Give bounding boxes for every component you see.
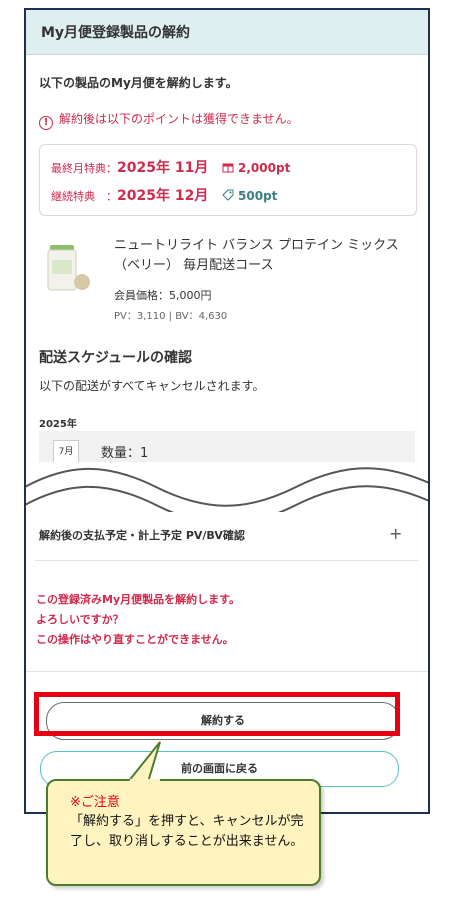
product-pv-bv: PV：3,110 | BV：4,630 — [114, 311, 228, 322]
highlight-box — [34, 692, 400, 736]
product-name[interactable]: ニュートリライト バランス プロテイン ミックス（ベリー） 毎月配送コース — [114, 236, 414, 276]
continuing-bonus-points: 500pt — [238, 189, 278, 203]
accordion-payment-pvbv-label[interactable]: 解約後の支払予定・計上予定 PV/BV確認 — [39, 527, 245, 543]
final-bonus-amount: 2,000pt — [216, 161, 290, 175]
product-image — [47, 245, 90, 291]
final-bonus-row: 最終月特典：2025年 11月 2,000pt — [51, 157, 290, 177]
schedule-text: 以下の配送がすべてキャンセルされます。 — [39, 379, 265, 393]
plus-icon[interactable]: + — [389, 524, 402, 543]
confirm-line-2: よろしいですか？ — [36, 613, 124, 626]
warning-message: ! 解約後は以下のポイントは獲得できません。 — [39, 110, 299, 130]
confirm-line-1: この登録済みMy月便製品を解約します。 — [36, 593, 241, 606]
page-title: My月便登録製品の解約 — [41, 25, 191, 41]
continuing-bonus-amount: 500pt — [216, 189, 278, 203]
alert-circle-icon: ! — [39, 116, 53, 130]
schedule-qty: 数量：1 — [101, 446, 149, 461]
product-price: 会員価格：5,000円 — [114, 289, 212, 302]
schedule-year: 2025年 — [39, 419, 77, 430]
confirm-line-3: この操作はやり直すことができません。 — [36, 633, 234, 646]
continuing-bonus-date: 2025年 12月 — [117, 188, 209, 204]
confirm-message: この登録済みMy月便製品を解約します。 よろしいですか？ この操作はやり直すこと… — [36, 590, 240, 650]
gift-icon — [222, 163, 234, 173]
callout-text: 「解約する」を押すと、キャンセルが完了し、取り消しすることが出来ません。 — [70, 814, 304, 849]
callout-pointer — [125, 741, 161, 783]
intro-text: 以下の製品のMy月便を解約します。 — [39, 76, 238, 90]
warning-text: 解約後は以下のポイントは獲得できません。 — [59, 112, 299, 126]
continuing-bonus-row: 継続特典 ：2025年 12月 500pt — [51, 185, 277, 205]
schedule-month: 7月 — [53, 440, 79, 464]
final-bonus-points: 2,000pt — [238, 161, 291, 175]
caution-callout: ※ご注意 「解約する」を押すと、キャンセルが完了し、取り消しすることが出来ません… — [46, 779, 321, 886]
omission-wave-divider — [26, 462, 428, 512]
callout-pointer-cover — [130, 779, 160, 783]
tag-icon — [222, 189, 234, 201]
final-bonus-label: 最終月特典： — [51, 162, 117, 175]
final-bonus-date: 2025年 11月 — [117, 160, 209, 176]
schedule-title: 配送スケジュールの確認 — [39, 350, 193, 366]
page-header: My月便登録製品の解約 — [26, 10, 428, 55]
callout-title: ※ご注意 — [70, 795, 120, 810]
divider — [26, 671, 428, 672]
points-box: 最終月特典：2025年 11月 2,000pt 継続特典 ：2025年 12月 … — [39, 144, 417, 216]
continuing-bonus-label: 継続特典 ： — [51, 190, 117, 203]
divider — [35, 560, 419, 561]
